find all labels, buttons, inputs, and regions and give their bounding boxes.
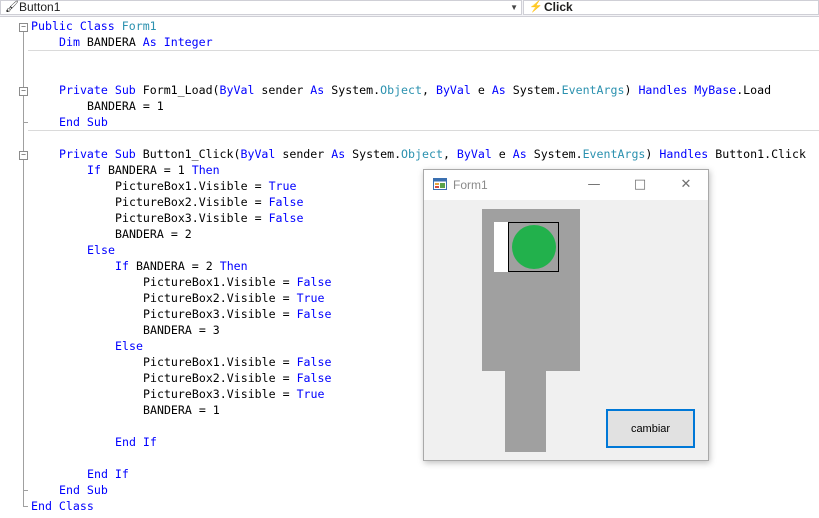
procedure-separator: [28, 50, 819, 51]
code-line: PictureBox1.Visible = False: [143, 355, 332, 369]
collapse-class-icon[interactable]: −: [19, 23, 28, 32]
window-title: Form1: [453, 178, 488, 192]
procedure-separator: [28, 130, 819, 131]
close-button[interactable]: ✕: [663, 170, 709, 200]
code-line: PictureBox3.Visible = False: [115, 211, 304, 225]
code-line: PictureBox1.Visible = True: [115, 179, 297, 193]
outline-guide-end: [23, 122, 28, 123]
outline-guide: [23, 160, 24, 490]
code-line: End Sub: [59, 115, 108, 129]
code-line: BANDERA = 1: [87, 99, 164, 113]
code-line: PictureBox3.Visible = True: [143, 387, 325, 401]
code-line: PictureBox3.Visible = False: [143, 307, 332, 321]
control-icon: 🖌: [5, 1, 19, 13]
code-line: End If: [115, 435, 157, 449]
code-line: BANDERA = 1: [143, 403, 220, 417]
code-line: Private Sub Form1_Load(ByVal sender As S…: [59, 83, 772, 97]
minimize-button[interactable]: —: [571, 170, 617, 200]
code-line: If BANDERA = 1 Then: [87, 163, 220, 177]
form1-window[interactable]: Form1 — □ ✕ cambiar: [423, 169, 709, 461]
code-line: End If: [87, 467, 129, 481]
code-line: BANDERA = 2: [115, 227, 192, 241]
lightning-icon: ⚡: [529, 1, 543, 13]
code-line: Public Class Form1: [31, 19, 157, 33]
event-selector-value: Click: [544, 0, 573, 14]
code-line: BANDERA = 3: [143, 323, 220, 337]
object-selector-dropdown[interactable]: 🖌 Button1 ▼: [0, 0, 522, 15]
code-line: PictureBox1.Visible = False: [143, 275, 332, 289]
maximize-icon: □: [633, 177, 647, 192]
object-selector-value: Button1: [19, 0, 61, 14]
code-line: End Class: [31, 499, 94, 513]
code-line: Dim BANDERA As Integer: [59, 35, 213, 49]
outline-guide-end: [23, 506, 28, 507]
close-icon: ✕: [680, 177, 692, 192]
code-line: Else: [87, 243, 115, 257]
outline-guide-end: [23, 490, 28, 491]
code-line: End Sub: [59, 483, 108, 497]
picturebox1: [508, 222, 559, 272]
cambiar-button[interactable]: cambiar: [606, 409, 695, 448]
code-line: Private Sub Button1_Click(ByVal sender A…: [59, 147, 806, 161]
code-line: PictureBox2.Visible = False: [143, 371, 332, 385]
code-line: PictureBox2.Visible = False: [115, 195, 304, 209]
maximize-button[interactable]: □: [617, 170, 663, 200]
collapse-form-load-icon[interactable]: −: [19, 87, 28, 96]
form-app-icon: [433, 178, 447, 190]
collapse-button-click-icon[interactable]: −: [19, 151, 28, 160]
event-selector-dropdown[interactable]: ⚡ Click: [523, 0, 819, 15]
code-line: PictureBox2.Visible = True: [143, 291, 325, 305]
outline-guide: [23, 96, 24, 122]
code-line: If BANDERA = 2 Then: [115, 259, 248, 273]
chevron-down-icon[interactable]: ▼: [510, 1, 518, 14]
green-light-circle: [512, 225, 556, 269]
code-navigation-bar: 🖌 Button1 ▼ ⚡ Click: [0, 0, 819, 17]
window-titlebar[interactable]: Form1 — □ ✕: [424, 170, 708, 200]
picturebox-background: [494, 222, 508, 272]
code-line: Else: [115, 339, 143, 353]
traffic-light-pole: [505, 371, 546, 452]
minimize-icon: —: [587, 177, 601, 192]
